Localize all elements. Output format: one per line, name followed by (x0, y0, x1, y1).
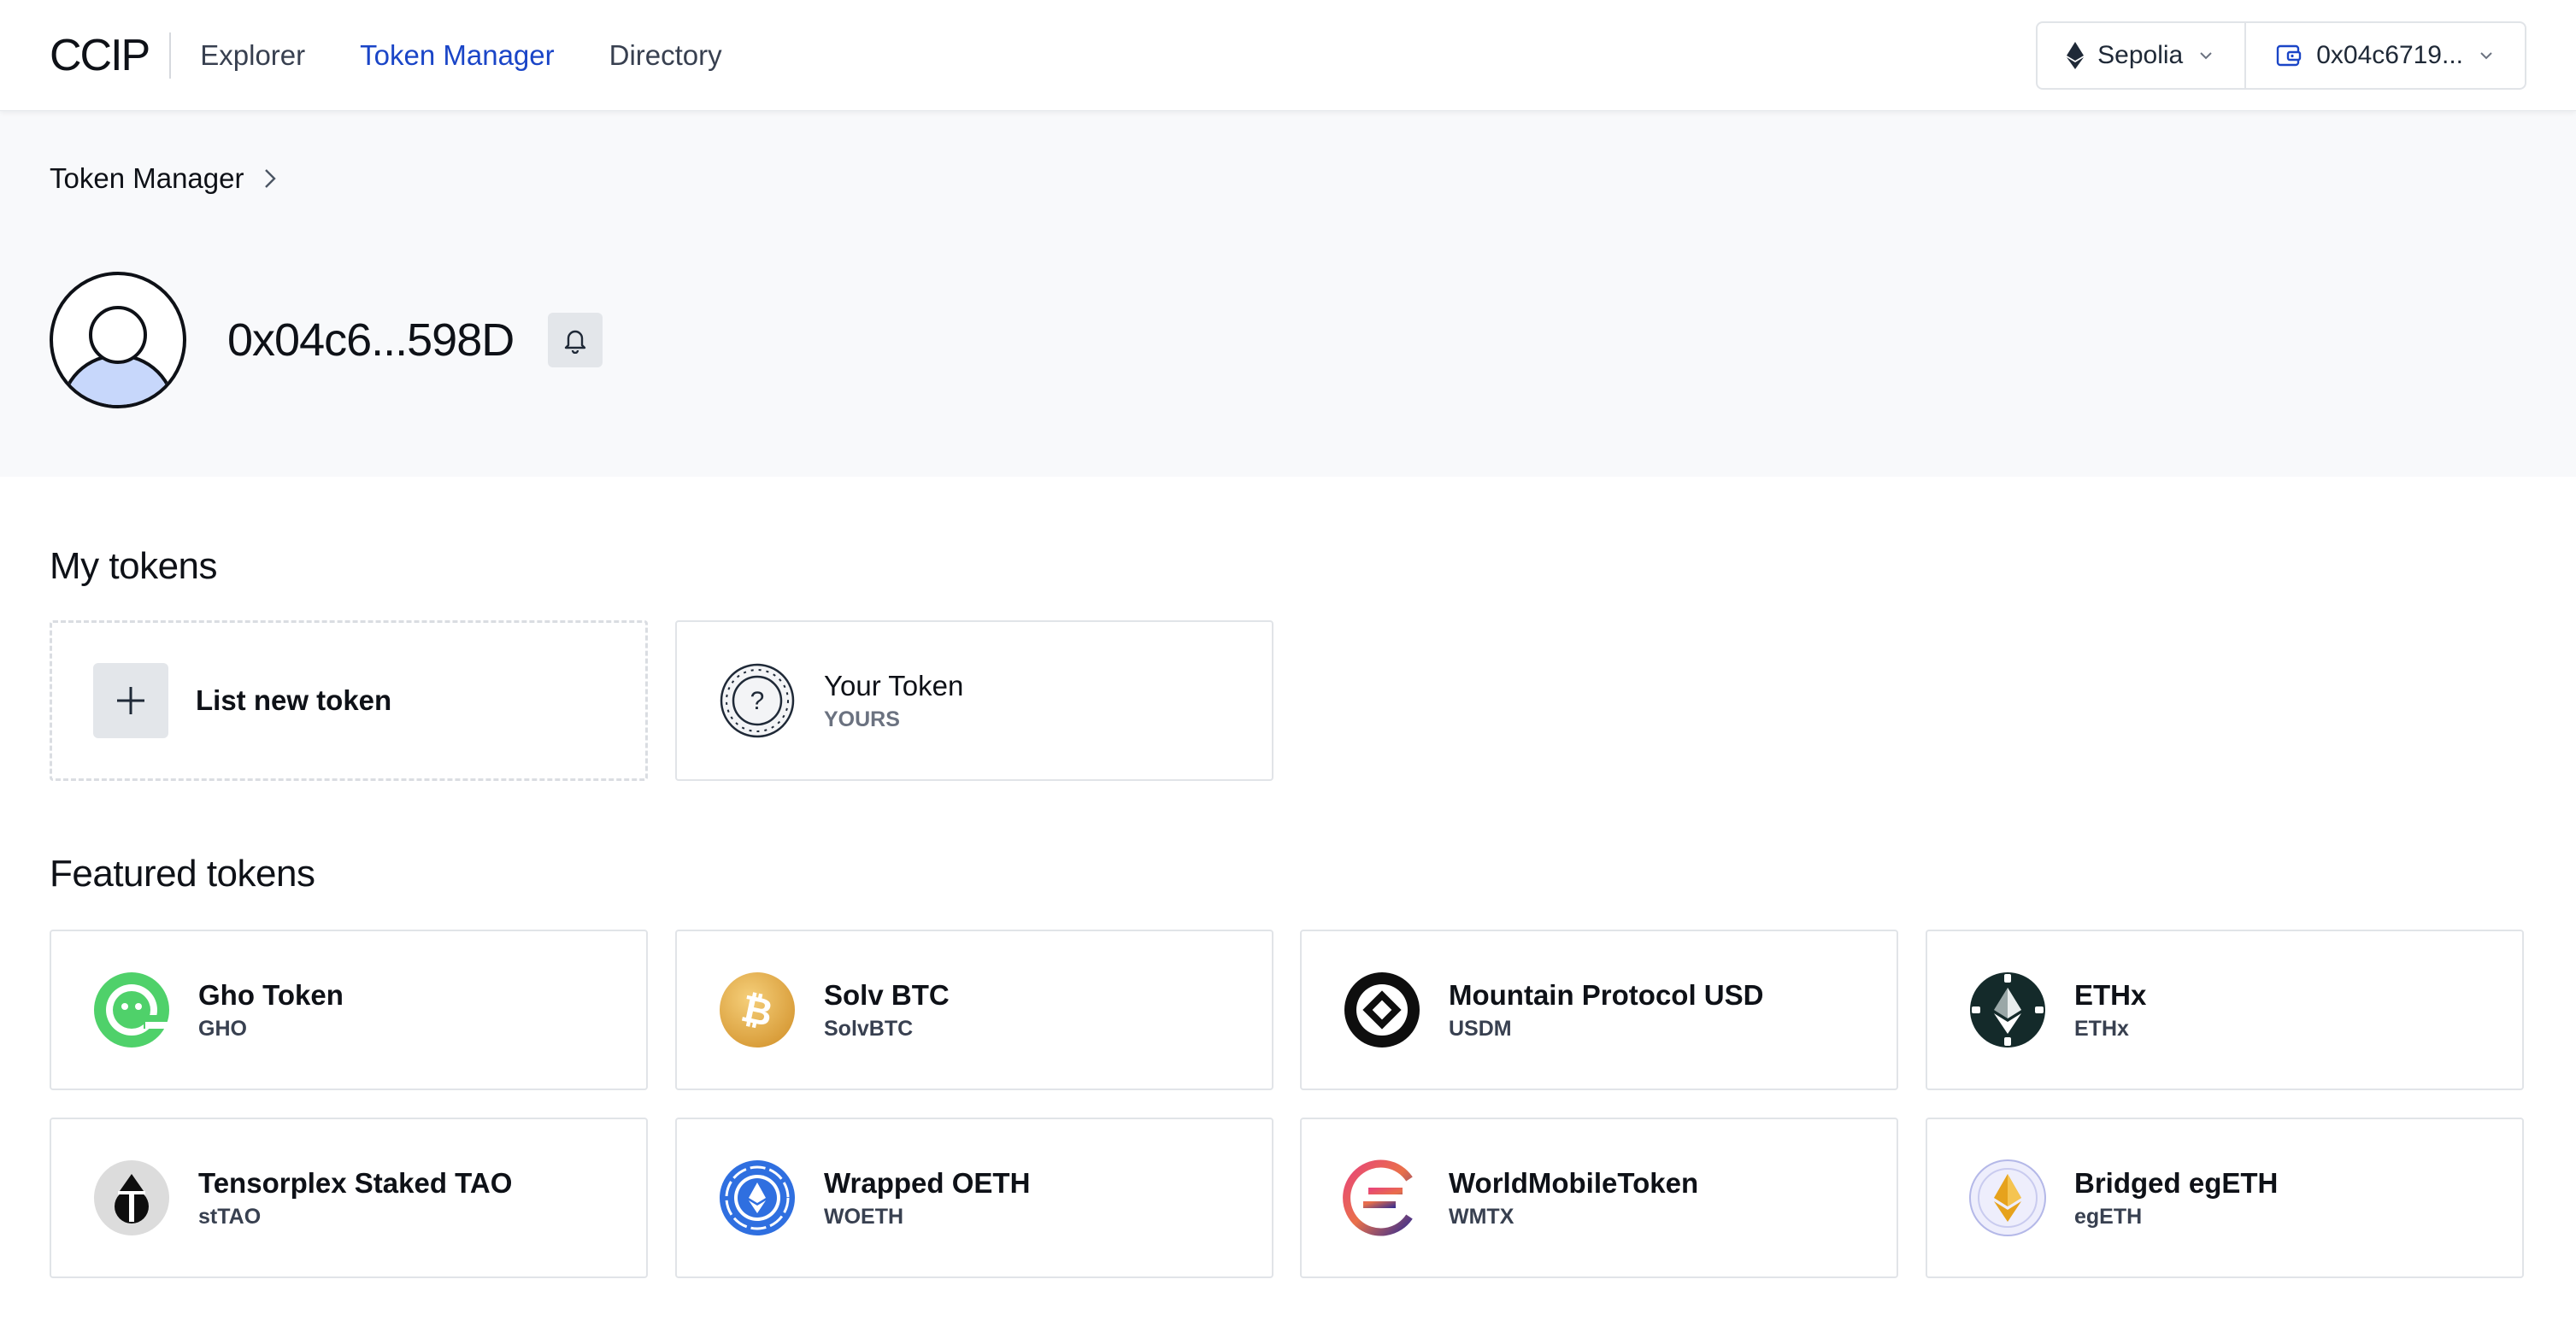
wallet-address-label: 0x04c6719... (2316, 40, 2463, 69)
token-text: Mountain Protocol USD USDM (1449, 979, 1763, 1042)
ccip-logo[interactable]: CCIP (50, 32, 172, 79)
nav-link-directory[interactable]: Directory (609, 39, 722, 72)
network-label: Sepolia (2097, 40, 2184, 69)
token-symbol: SolvBTC (824, 1016, 914, 1041)
token-name: Bridged egETH (2074, 1166, 2279, 1199)
token-text: Solv BTC SolvBTC (824, 979, 950, 1042)
wallet-icon (2277, 44, 2302, 66)
token-card-ethx[interactable]: ETHx ETHx (1926, 930, 2524, 1090)
token-name: Tensorplex Staked TAO (198, 1166, 513, 1199)
bell-icon (565, 330, 586, 354)
token-text: Gho Token GHO (198, 979, 344, 1042)
my-tokens-title: My tokens (50, 545, 218, 587)
nav-actions: Sepolia 0x04c6719... (2036, 21, 2526, 90)
avatar (50, 272, 186, 408)
unknown-token-icon: ? (720, 663, 795, 738)
token-card-sttao[interactable]: Tensorplex Staked TAO stTAO (50, 1118, 648, 1278)
egeth-icon (1969, 1159, 2046, 1236)
profile-header: Token Manager 0x04c6...598D (0, 111, 2576, 477)
token-text: Bridged egETH egETH (2074, 1167, 2278, 1229)
token-card-wmtx[interactable]: WorldMobileToken WMTX (1300, 1118, 1898, 1278)
token-text: Your Token YOURS (824, 670, 963, 732)
token-symbol: stTAO (198, 1204, 262, 1229)
chevron-down-icon (2200, 51, 2212, 59)
user-icon (60, 306, 176, 405)
token-text: Tensorplex Staked TAO stTAO (198, 1167, 512, 1229)
token-symbol: USDM (1449, 1016, 1512, 1041)
token-name: Solv BTC (824, 978, 950, 1011)
token-text: Wrapped OETH WOETH (824, 1167, 1030, 1229)
woeth-icon (720, 1160, 795, 1235)
token-card-gho[interactable]: Gho Token GHO (50, 930, 648, 1090)
token-symbol: egETH (2074, 1204, 2143, 1229)
ethx-icon (1970, 972, 2045, 1048)
network-selector[interactable]: Sepolia (2038, 23, 2244, 88)
gho-icon (94, 972, 169, 1048)
chevron-down-icon (2480, 51, 2492, 59)
list-new-token-label: List new token (196, 684, 392, 716)
list-new-token-card[interactable]: List new token (50, 620, 648, 781)
notifications-button[interactable] (548, 313, 603, 367)
breadcrumb: Token Manager (50, 162, 279, 195)
token-name: Gho Token (198, 978, 344, 1011)
token-text: WorldMobileToken WMTX (1449, 1167, 1698, 1229)
token-name: Wrapped OETH (824, 1166, 1031, 1199)
token-name: ETHx (2074, 978, 2147, 1011)
token-card-woeth[interactable]: Wrapped OETH WOETH (675, 1118, 1273, 1278)
featured-tokens-title: Featured tokens (50, 853, 315, 895)
plus-icon (93, 663, 168, 738)
nav-link-token-manager[interactable]: Token Manager (360, 39, 554, 72)
token-name: Your Token (824, 669, 964, 701)
tao-icon (94, 1160, 169, 1235)
nav-link-explorer[interactable]: Explorer (200, 39, 305, 72)
token-symbol: GHO (198, 1016, 247, 1041)
token-card-usdm[interactable]: Mountain Protocol USD USDM (1300, 930, 1898, 1090)
token-symbol: WMTX (1449, 1204, 1514, 1229)
nav-links: Explorer Token Manager Directory (200, 39, 721, 72)
top-navigation: CCIP Explorer Token Manager Directory Se… (0, 0, 2576, 111)
token-card-solvbtc[interactable]: ₿ Solv BTC SolvBTC (675, 930, 1273, 1090)
profile-row: 0x04c6...598D (50, 272, 603, 408)
chevron-right-icon (265, 169, 277, 188)
svg-text:?: ? (750, 687, 765, 715)
token-symbol: WOETH (824, 1204, 904, 1229)
bitcoin-icon: ₿ (720, 972, 795, 1048)
token-name: WorldMobileToken (1449, 1166, 1699, 1199)
usdm-icon (1344, 972, 1420, 1048)
wmtx-icon (1343, 1159, 1413, 1236)
token-name: Mountain Protocol USD (1449, 978, 1764, 1011)
token-symbol: ETHx (2074, 1016, 2129, 1041)
wallet-address-title: 0x04c6...598D (227, 314, 515, 366)
ethereum-icon (2067, 41, 2085, 69)
token-text: ETHx ETHx (2074, 979, 2146, 1042)
token-card-egeth[interactable]: Bridged egETH egETH (1926, 1118, 2524, 1278)
token-card-your-token[interactable]: ? Your Token YOURS (675, 620, 1273, 781)
token-symbol: YOURS (824, 707, 900, 731)
breadcrumb-item-token-manager[interactable]: Token Manager (50, 162, 244, 195)
wallet-selector[interactable]: 0x04c6719... (2244, 22, 2525, 88)
